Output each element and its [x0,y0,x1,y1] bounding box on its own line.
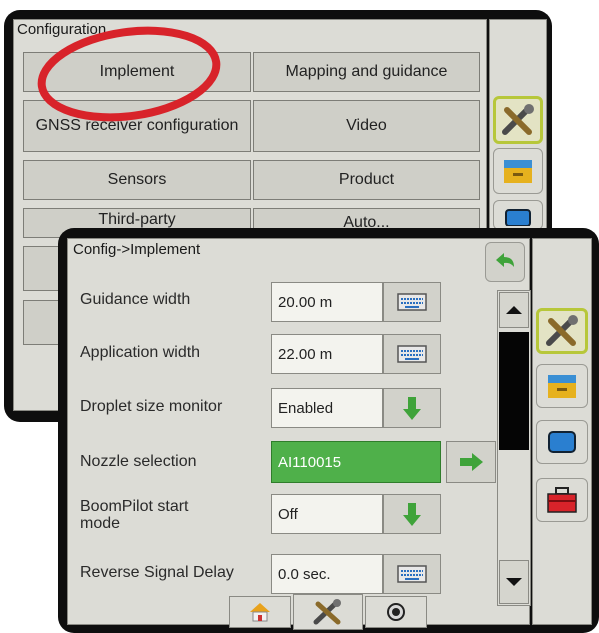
droplet-size-monitor-label: Droplet size monitor [80,398,223,415]
sensors-button[interactable]: Sensors [23,160,251,200]
config-button-partial[interactable] [23,300,63,345]
camera-icon [387,603,405,621]
tools-tab-back[interactable] [493,96,543,144]
monitor-icon [505,209,531,226]
application-width-value[interactable]: 22.00 m [271,334,383,374]
tools-icon [313,599,341,625]
product-button[interactable]: Product [253,160,480,200]
arrow-right-icon [460,453,483,471]
monitor-icon [548,431,576,453]
tools-icon [502,104,534,135]
keyboard-icon [397,565,427,583]
toolbox-tab[interactable] [536,478,588,522]
boompilot-start-mode-label: BoomPilot start mode [80,498,189,532]
folder-icon [548,375,576,398]
mapping-guidance-button[interactable]: Mapping and guidance [253,52,480,92]
application-width-label: Application width [80,344,201,361]
arrow-down-icon [403,503,421,526]
keyboard-icon [397,345,427,363]
folder-tab[interactable] [536,364,588,408]
nozzle-selection-next-button[interactable] [446,441,496,483]
tools-bottom-tab[interactable] [293,594,363,630]
nozzle-selection-value[interactable]: AI110015 [271,441,441,483]
back-arrow-icon [496,253,514,267]
folder-icon [504,160,532,183]
keyboard-icon [397,293,427,311]
boompilot-start-mode-dropdown-button[interactable] [383,494,441,534]
scroll-down-button[interactable] [499,560,529,604]
guidance-width-label: Guidance width [80,291,191,308]
video-button[interactable]: Video [253,100,480,152]
toolbox-icon [547,487,577,513]
monitor-tab-back[interactable] [493,200,543,230]
highlight-ellipse [37,26,221,122]
chevron-up-icon [506,306,522,314]
folder-tab-back[interactable] [493,148,543,194]
scrollbar-thumb[interactable] [499,332,529,450]
reverse-signal-delay-edit-button[interactable] [383,554,441,594]
camera-tab[interactable] [365,596,427,628]
droplet-size-monitor-dropdown-button[interactable] [383,388,441,428]
reverse-signal-delay-label: Reverse Signal Delay [80,564,234,581]
nozzle-selection-label: Nozzle selection [80,453,197,470]
droplet-size-monitor-value[interactable]: Enabled [271,388,383,428]
reverse-signal-delay-value[interactable]: 0.0 sec. [271,554,383,594]
arrow-down-icon [403,397,421,420]
guidance-width-value[interactable]: 20.00 m [271,282,383,322]
home-tab[interactable] [229,596,291,628]
home-icon [250,603,270,622]
boompilot-start-mode-value[interactable]: Off [271,494,383,534]
implement-title: Config->Implement [73,241,201,258]
tools-icon [546,315,578,346]
tools-tab[interactable] [536,308,588,354]
chevron-down-icon [506,578,522,586]
monitor-tab[interactable] [536,420,588,464]
back-button[interactable] [485,242,525,282]
guidance-width-edit-button[interactable] [383,282,441,322]
config-button-partial[interactable] [23,246,63,291]
application-width-edit-button[interactable] [383,334,441,374]
scroll-up-button[interactable] [499,292,529,328]
